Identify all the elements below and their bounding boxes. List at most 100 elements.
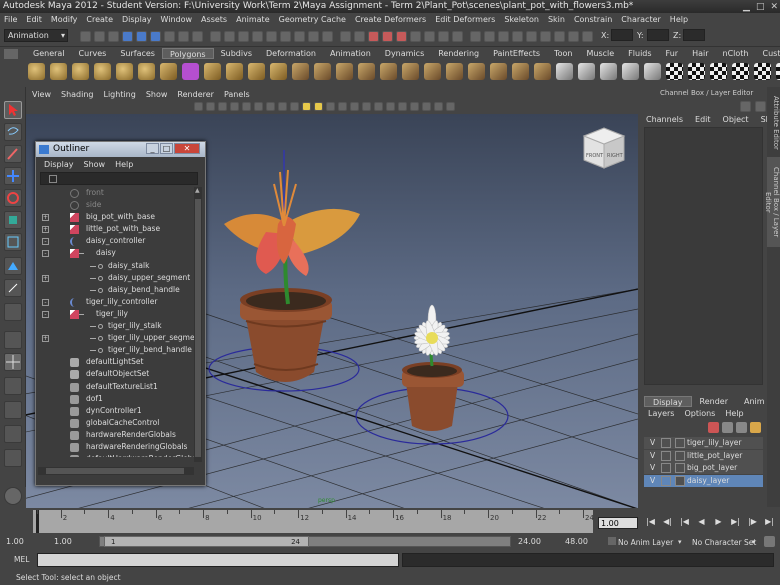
go-to-end-icon[interactable]: ▶| [763, 516, 776, 528]
status-tool-icon[interactable] [308, 31, 319, 42]
outliner-item[interactable]: globalCacheControl [38, 417, 194, 429]
end-time-field[interactable]: 48.00 [563, 536, 603, 548]
shelf-fill-hole-icon[interactable] [600, 63, 617, 80]
menu-assets[interactable]: Assets [201, 13, 227, 26]
outliner-item[interactable]: tiger_lily_stalk [38, 320, 194, 332]
layer-row[interactable]: Vbig_pot_layer [644, 462, 763, 474]
shelf-insert-loop-icon[interactable] [380, 63, 397, 80]
panel-tool-icon[interactable] [338, 102, 347, 111]
layer-type-toggle[interactable] [661, 463, 671, 473]
last-tool-icon[interactable] [4, 303, 22, 321]
shelf-split-icon[interactable] [358, 63, 375, 80]
expand-icon[interactable]: + [42, 214, 49, 222]
menu-character[interactable]: Character [621, 13, 661, 26]
panel-tool-icon[interactable] [374, 102, 383, 111]
x-field[interactable] [611, 29, 633, 41]
shelf-bridge-icon[interactable] [314, 63, 331, 80]
daisy[interactable] [413, 304, 451, 367]
collapse-icon[interactable]: - [42, 298, 49, 306]
current-frame-field[interactable]: 1.00 [598, 517, 638, 529]
persp-outliner-layout-icon[interactable] [4, 377, 22, 395]
outliner-item[interactable]: daisy_stalk [38, 260, 194, 272]
status-tool-icon[interactable] [438, 31, 449, 42]
status-tool-icon[interactable] [424, 31, 435, 42]
layer-menu-options[interactable]: Options [684, 409, 715, 418]
status-tool-icon[interactable] [192, 31, 203, 42]
status-tool-icon[interactable] [150, 31, 161, 42]
status-tool-icon[interactable] [568, 31, 579, 42]
panel-tool-icon[interactable] [434, 102, 443, 111]
outliner-item[interactable]: - daisy_controller [38, 235, 194, 247]
shelf-quadrangulate-icon[interactable] [578, 63, 595, 80]
panel-menu-panels[interactable]: Panels [224, 89, 250, 101]
hypershade-layout-icon[interactable] [4, 425, 22, 443]
layer-type-toggle[interactable] [661, 438, 671, 448]
menu-window[interactable]: Window [161, 13, 193, 26]
shelf-tab-dynamics[interactable]: Dynamics [378, 48, 431, 59]
menu-modify[interactable]: Modify [51, 13, 78, 26]
soft-mod-icon[interactable] [4, 257, 22, 275]
status-tool-icon[interactable] [410, 31, 421, 42]
status-tool-icon[interactable] [210, 31, 221, 42]
status-tool-icon[interactable] [80, 31, 91, 42]
shelf-tab-general[interactable]: General [26, 48, 72, 59]
menu-constrain[interactable]: Constrain [574, 13, 612, 26]
layer-color-swatch[interactable] [675, 475, 685, 486]
paint-select-tool-icon[interactable] [4, 145, 22, 163]
close-icon[interactable]: ✕ [174, 143, 200, 154]
shelf-tab-fur[interactable]: Fur [659, 48, 686, 59]
shelf-tab-painteffects[interactable]: PaintEffects [486, 48, 547, 59]
shelf-offset-loop-icon[interactable] [402, 63, 419, 80]
shelf-cylinder-icon[interactable] [72, 63, 89, 80]
layer-type-toggle[interactable] [661, 475, 671, 486]
status-tool-icon[interactable] [136, 31, 147, 42]
outliner-item[interactable]: defaultObjectSet [38, 368, 194, 380]
layer-row[interactable]: Vdaisy_layer [644, 474, 763, 487]
outliner-item[interactable]: daisy_bend_handle [38, 284, 194, 296]
channel-box-menu-channels[interactable]: Channels [646, 115, 683, 124]
chevron-down-icon[interactable]: ▾ [678, 538, 682, 546]
shelf-tab-polygons[interactable]: Polygons [161, 48, 214, 59]
persp-graph-layout-icon[interactable] [4, 401, 22, 419]
panel-tool-icon[interactable] [302, 102, 311, 111]
character-set-dropdown[interactable]: No Character Set [692, 538, 756, 547]
start-time-field[interactable]: 1.00 [4, 536, 48, 548]
status-tool-icon[interactable] [224, 31, 235, 42]
lasso-tool-icon[interactable] [4, 123, 22, 141]
expand-icon[interactable]: + [42, 335, 49, 343]
select-tool-icon[interactable] [4, 101, 22, 119]
menu-skeleton[interactable]: Skeleton [504, 13, 539, 26]
menu-create[interactable]: Create [86, 13, 113, 26]
layer-visibility-toggle[interactable]: V [650, 462, 655, 474]
range-knob[interactable]: 1 24 [104, 536, 309, 547]
status-tool-icon[interactable] [164, 31, 175, 42]
shelf-smooth-icon[interactable] [468, 63, 485, 80]
scrollbar-thumb[interactable] [195, 199, 201, 457]
outliner-item[interactable]: defaultHardwareRenderGlobals [38, 453, 194, 457]
shelf-cube-icon[interactable] [50, 63, 67, 80]
outliner-item[interactable]: defaultTextureList1 [38, 381, 194, 393]
shelf-normals-icon[interactable] [776, 63, 780, 80]
channel-box-menu-object[interactable]: Object [723, 115, 749, 124]
time-slider-track[interactable]: 2 4 6 8 10 12 14 16 18 20 22 24 [33, 510, 594, 533]
shelf-tab-hair[interactable]: Hair [685, 48, 715, 59]
hscrollbar-thumb[interactable] [46, 468, 184, 474]
panel-tool-icon[interactable] [266, 102, 275, 111]
shelf-tab-fluids[interactable]: Fluids [621, 48, 658, 59]
status-tool-icon[interactable] [470, 31, 481, 42]
shelf-wedge-icon[interactable] [424, 63, 441, 80]
channel-box-icon[interactable] [740, 101, 751, 112]
menu-create-deformers[interactable]: Create Deformers [355, 13, 426, 26]
panel-tool-icon[interactable] [218, 102, 227, 111]
panel-tool-icon[interactable] [290, 102, 299, 111]
shelf-plane-icon[interactable] [116, 63, 133, 80]
step-back-key-icon[interactable]: ◀| [661, 516, 674, 528]
mel-label[interactable]: MEL [14, 555, 29, 564]
layer-visibility-toggle[interactable]: V [650, 475, 655, 487]
layer-options-icon[interactable] [750, 422, 761, 433]
shelf-checker-5-icon[interactable] [754, 63, 771, 80]
layer-color-swatch[interactable] [675, 438, 685, 448]
panel-menu-lighting[interactable]: Lighting [103, 89, 135, 101]
status-tool-icon[interactable] [178, 31, 189, 42]
outliner-item[interactable]: + tiger_lily_upper_segment [38, 332, 194, 344]
